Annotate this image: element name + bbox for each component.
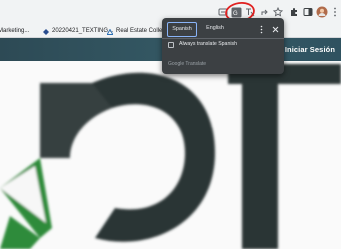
bookmark-label: Marketing... [0, 28, 30, 34]
more-options-icon[interactable] [257, 24, 265, 34]
close-icon[interactable] [270, 24, 280, 34]
bookmark-item[interactable]: Marketing... [0, 25, 29, 37]
bookmark-label: 20220421_TEXTING... [52, 28, 114, 34]
translate-popup: Spanish English Always translate Spanish… [162, 18, 284, 74]
side-panel-icon[interactable] [302, 6, 314, 18]
triangle-icon [106, 28, 114, 35]
google-translate-label: Google Translate [168, 61, 207, 67]
tab-english[interactable]: English [200, 22, 230, 35]
tab-spanish[interactable]: Spanish [167, 22, 197, 37]
popup-divider [162, 38, 284, 39]
bookmark-item[interactable]: 20220421_TEXTING... [43, 25, 113, 37]
menu-kebab-icon[interactable] [330, 6, 340, 18]
bookmark-star-icon[interactable] [272, 6, 284, 18]
avatar[interactable] [315, 5, 328, 18]
extensions-icon[interactable] [288, 6, 300, 18]
always-translate-label: Always translate Spanish [179, 41, 237, 47]
diamond-icon [43, 28, 49, 35]
share-icon[interactable] [259, 6, 271, 18]
always-translate-checkbox[interactable] [168, 42, 174, 48]
